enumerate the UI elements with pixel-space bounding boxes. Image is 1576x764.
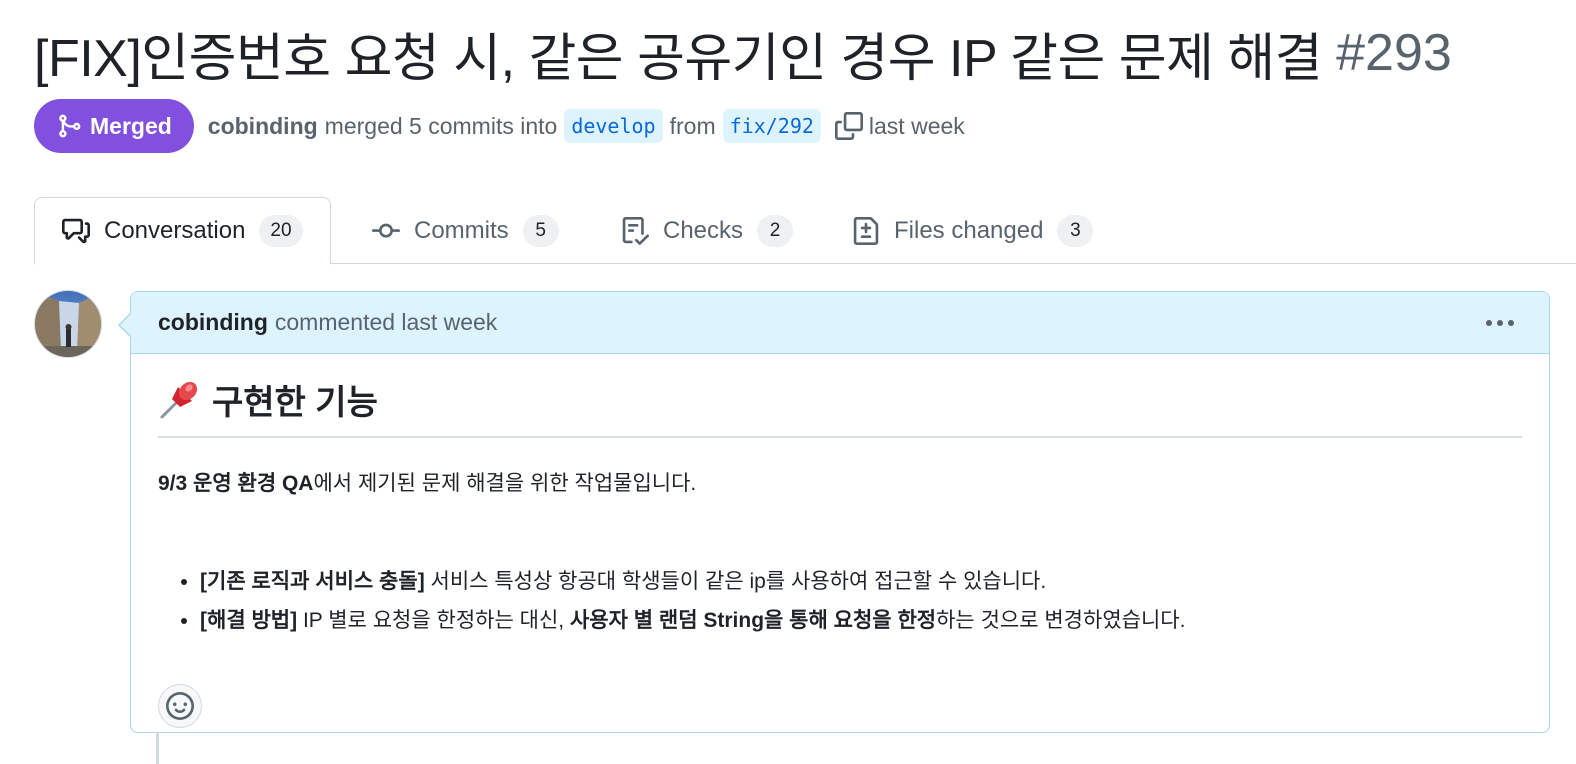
bullet-2-bold: [해결 방법]: [200, 609, 298, 632]
para-rest: 에서 제기된 문제 해결을 위한 작업물입니다.: [313, 472, 697, 495]
tab-checks-count: 2: [757, 214, 794, 247]
from-text: from: [669, 112, 716, 139]
pr-number: #293: [1336, 24, 1452, 82]
merge-time: last week: [868, 112, 965, 139]
git-commit-icon: [372, 223, 400, 238]
tab-commits[interactable]: Commits 5: [372, 197, 559, 264]
tab-conversation[interactable]: Conversation 20: [34, 197, 331, 265]
para-bold: 9/3 운영 환경 QA: [158, 472, 314, 495]
comment-caret-inner: [120, 314, 131, 336]
timeline-line: [156, 732, 159, 764]
pr-title-row: [FIX]인증번호 요청 시, 같은 공유기인 경우 IP 같은 문제 해결 #…: [34, 18, 1452, 88]
tab-checks[interactable]: Checks 2: [621, 197, 794, 264]
tab-conversation-label: Conversation: [104, 217, 246, 244]
git-merge-icon: [59, 114, 81, 138]
tab-commits-label: Commits: [414, 216, 509, 244]
tab-checks-label: Checks: [663, 216, 744, 244]
avatar-photo: [35, 291, 101, 357]
comment-paragraph: 9/3 운영 환경 QA에서 제기된 문제 해결을 위한 작업물입니다.: [158, 468, 1522, 500]
list-item: [기존 로직과 서비스 충돌] 서비스 특성상 항공대 학생들이 같은 ip를 …: [200, 562, 1522, 601]
comment-heading-text: 구현한 기능: [212, 383, 378, 422]
comment-bullet-list: [기존 로직과 서비스 충돌] 서비스 특성상 항공대 학생들이 같은 ip를 …: [158, 562, 1522, 640]
comment-header: cobinding commented last week: [131, 292, 1549, 354]
bullet-2-bold2: 사용자 별 랜덤 String을 통해 요청을 한정: [569, 609, 937, 632]
avatar[interactable]: [34, 290, 102, 358]
comment-heading: 구현한 기능: [158, 378, 1522, 438]
tab-conversation-count: 20: [259, 215, 303, 247]
merged-label: Merged: [90, 112, 172, 139]
pr-title: [FIX]인증번호 요청 시, 같은 공유기인 경우 IP 같은 문제 해결: [34, 29, 1323, 88]
bullet-1-bold: [기존 로직과 서비스 충돌]: [200, 570, 425, 593]
pr-tabs: Conversation 20 Commits 5 Checks 2 Files…: [34, 197, 1576, 265]
pr-meta: Merged cobinding merged 5 commits into d…: [34, 99, 965, 153]
merged-status-badge: Merged: [34, 99, 194, 153]
tab-files-changed-label: Files changed: [894, 216, 1044, 244]
add-reaction-button[interactable]: [158, 684, 202, 728]
tab-commits-count: 5: [522, 214, 559, 247]
tab-files-changed-count: 3: [1057, 214, 1094, 247]
kebab-menu-icon[interactable]: [1483, 306, 1517, 340]
pr-author-link[interactable]: cobinding: [208, 113, 318, 140]
comment-card: cobinding commented last week 구현한 기능 9/3…: [130, 291, 1550, 733]
tab-files-changed[interactable]: Files changed 3: [852, 197, 1094, 264]
bullet-2-text: IP 별로 요청을 한정하는 대신,: [297, 609, 570, 632]
comment-body: 구현한 기능 9/3 운영 환경 QA에서 제기된 문제 해결을 위한 작업물입…: [131, 378, 1549, 728]
pushpin-icon: [158, 377, 202, 421]
checklist-icon: [622, 216, 649, 245]
copy-icon[interactable]: [834, 112, 863, 140]
comment-timestamp: commented last week: [274, 309, 498, 335]
list-item: [해결 방법] IP 별로 요청을 한정하는 대신, 사용자 별 랜덤 Stri…: [200, 601, 1522, 640]
comment-author-link[interactable]: cobinding: [158, 309, 268, 336]
bullet-1-text: 서비스 특성상 항공대 학생들이 같은 ip를 사용하여 접근할 수 있습니다.: [424, 570, 1047, 593]
comment-discussion-icon: [62, 218, 90, 244]
smiley-icon: [166, 692, 194, 720]
file-diff-icon: [853, 216, 879, 245]
bullet-2-text2: 하는 것으로 변경하였습니다.: [936, 609, 1186, 632]
base-branch-link[interactable]: develop: [564, 109, 663, 143]
head-branch-link[interactable]: fix/292: [722, 109, 821, 143]
merge-text: merged 5 commits into: [324, 112, 558, 139]
